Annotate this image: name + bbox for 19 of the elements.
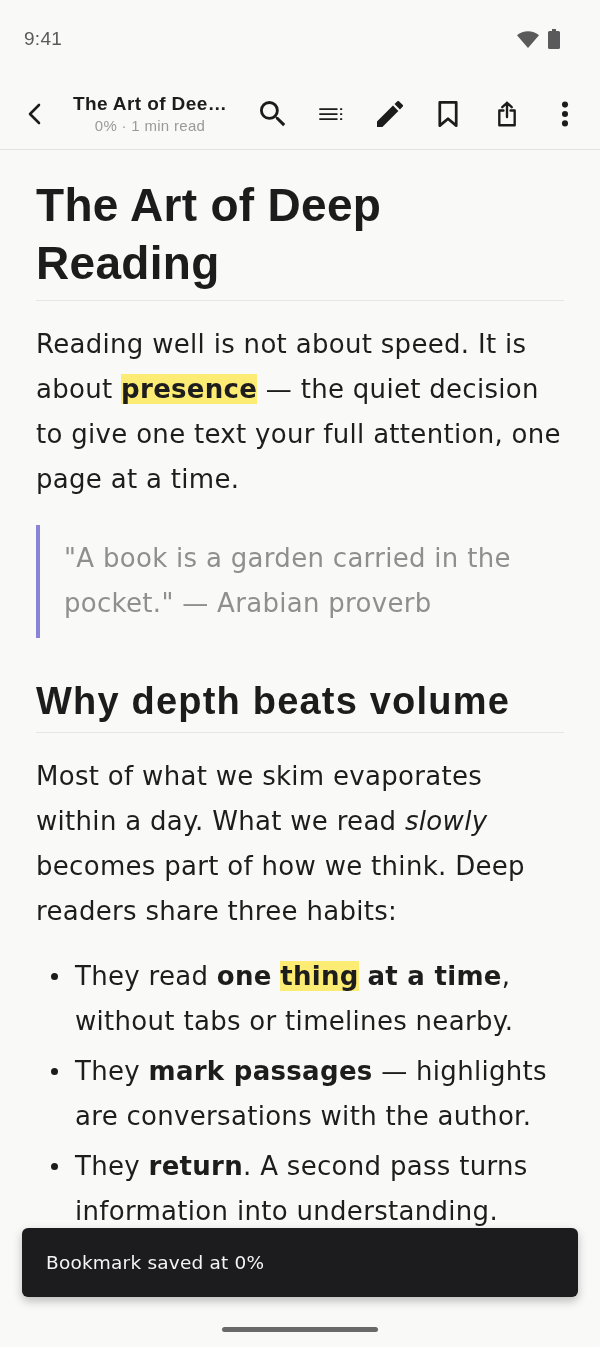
- blockquote: "A book is a garden carried in the pocket." — Arabian proverb: [36, 525, 564, 638]
- bullet-icon: [51, 973, 58, 980]
- body-paragraph: Most of what we skim evaporates within a day. What we read slowly becomes part of how we think. Deep readers share three habits:: [36, 760, 526, 928]
- reading-progress-text: 0% · 1 min read: [94, 115, 206, 136]
- bullet-icon: [51, 1163, 58, 1170]
- list-item-text: They read one thing at a time, without tabs or timelines nearby.: [75, 960, 515, 1038]
- pencil-icon[interactable]: [376, 100, 403, 127]
- list-item-text: They mark passages — highlights are conversations with the author.: [75, 1055, 548, 1133]
- toolbar-title: The Art of Dee…: [72, 91, 228, 116]
- list-item-text: They return. A second pass turns information into understanding.: [75, 1150, 529, 1228]
- battery-icon: [548, 29, 560, 49]
- status-time: 9:41: [24, 28, 63, 50]
- bullet-icon: [51, 1068, 58, 1075]
- search-icon[interactable]: [260, 100, 286, 127]
- body-paragraph: Reading well is not about speed. It is about presence — the quiet decision to give one text your full attention, one page at a time.: [36, 328, 562, 496]
- article-title: The Art of Deep Reading: [36, 178, 383, 291]
- section-heading: Why depth beats volume: [36, 679, 511, 724]
- snackbar: Bookmark saved at 0%: [22, 1228, 578, 1297]
- wifi-icon: [517, 30, 539, 48]
